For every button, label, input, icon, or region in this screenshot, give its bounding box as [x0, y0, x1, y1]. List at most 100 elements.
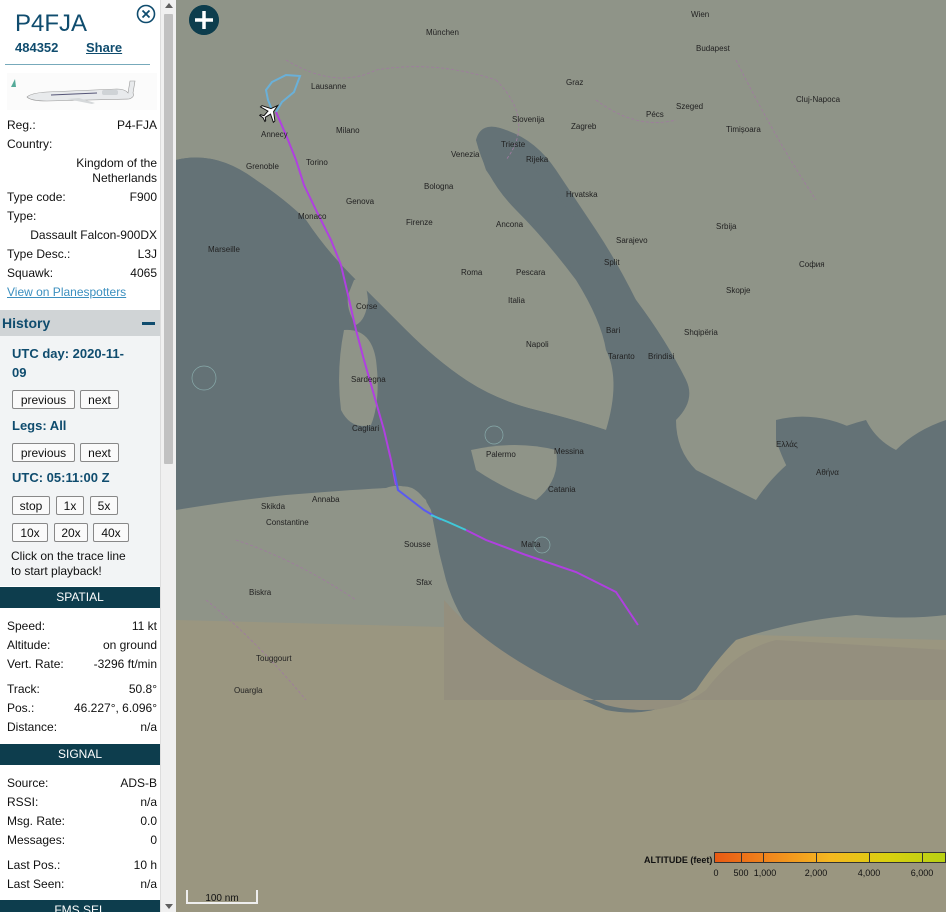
city-label: Skopje: [726, 286, 751, 295]
speed-10x-button[interactable]: 10x: [12, 523, 48, 542]
icao-hex: 484352: [15, 40, 59, 55]
city-label: Ouargla: [234, 686, 263, 695]
city-label: Sfax: [416, 578, 433, 587]
callsign-title: P4FJA: [15, 10, 88, 37]
city-label: Bari: [606, 326, 621, 335]
utc-day-label: UTC day: 2020-11-: [12, 346, 124, 361]
scale-label: 100 nm: [205, 893, 239, 904]
city-label: Venezia: [451, 150, 480, 159]
altitude-tick-label: 0: [713, 868, 719, 878]
city-label: Sousse: [404, 540, 431, 549]
city-label: Srbija: [716, 222, 737, 231]
zoom-in-icon[interactable]: [189, 5, 219, 35]
city-label: Grenoble: [246, 162, 279, 171]
sidebar-scrollbar[interactable]: [160, 0, 176, 912]
signal-section-header[interactable]: SIGNAL: [0, 744, 160, 765]
utc-day-label-cont: 09: [12, 365, 27, 380]
close-icon[interactable]: [136, 4, 156, 24]
city-label: Cluj-Napoca: [796, 95, 841, 104]
utc-time-label: UTC: 05:11:00 Z: [12, 470, 110, 485]
speed-5x-button[interactable]: 5x: [90, 496, 118, 515]
altitude-color-bar: [714, 852, 946, 863]
city-label: Milano: [336, 126, 360, 135]
city-label: Trieste: [501, 140, 526, 149]
city-label: Pescara: [516, 268, 546, 277]
altitude-legend-title: ALTITUDE (feet): [644, 855, 713, 865]
city-label: Ελλάς: [776, 440, 798, 449]
city-label: Genova: [346, 197, 375, 206]
city-label: Torino: [306, 158, 328, 167]
city-label: Roma: [461, 268, 483, 277]
scroll-thumb[interactable]: [164, 14, 173, 464]
altitude-tick-label: 500: [733, 868, 749, 878]
history-panel: UTC day: 2020-11- 09 previous next Legs:…: [0, 336, 160, 586]
altitude-tick-label: 6,000: [910, 868, 934, 878]
city-label: Skikda: [261, 502, 286, 511]
map-view[interactable]: München Wien Budapest Zagreb Slovenija H…: [176, 0, 946, 912]
share-link[interactable]: Share: [86, 40, 122, 55]
map-canvas[interactable]: [176, 0, 946, 912]
altitude-tick-label: 4,000: [857, 868, 881, 878]
city-label: Touggourt: [256, 654, 292, 663]
day-next-button[interactable]: next: [80, 390, 119, 409]
city-label: Marseille: [208, 245, 241, 254]
speed-40x-button[interactable]: 40x: [93, 523, 129, 542]
registration-value: P4-FJA: [116, 118, 157, 132]
city-label: Catania: [548, 485, 576, 494]
city-label: Constantine: [266, 518, 309, 527]
city-label: Corse: [356, 302, 378, 311]
city-label: München: [426, 28, 459, 37]
city-label: Messina: [554, 447, 584, 456]
leg-next-button[interactable]: next: [80, 443, 119, 462]
city-label: Graz: [566, 78, 584, 87]
city-label: Budapest: [696, 44, 730, 53]
altitude-tick-label: 2,000: [804, 868, 828, 878]
city-label: Italia: [508, 296, 525, 305]
city-label: Palermo: [486, 450, 516, 459]
planespotters-link[interactable]: View on Planespotters: [7, 285, 126, 299]
city-label: Pécs: [646, 110, 664, 119]
city-label: Lausanne: [311, 82, 347, 91]
speed-20x-button[interactable]: 20x: [54, 523, 88, 542]
city-label: Zagreb: [571, 122, 597, 131]
altitude-tick-label: 1,000: [753, 868, 777, 878]
city-label: Wien: [691, 10, 710, 19]
city-label: Taranto: [608, 352, 635, 361]
header-divider: [5, 64, 150, 65]
city-label: Szeged: [676, 102, 704, 111]
collapse-icon[interactable]: [142, 322, 155, 325]
city-label: Firenze: [406, 218, 433, 227]
day-previous-button[interactable]: previous: [12, 390, 75, 409]
city-label: Biskra: [249, 588, 272, 597]
scroll-down-icon[interactable]: [165, 904, 173, 909]
city-label: Sarajevo: [616, 236, 648, 245]
speed-1x-button[interactable]: 1x: [56, 496, 84, 515]
city-label: Ancona: [496, 220, 524, 229]
legs-label: Legs: All: [12, 418, 67, 433]
city-label: Napoli: [526, 340, 549, 349]
city-label: Cagliari: [352, 424, 380, 433]
stop-button[interactable]: stop: [12, 496, 50, 515]
city-label: Slovenija: [512, 115, 545, 124]
aircraft-thumbnail: [7, 73, 157, 110]
city-label: Annaba: [312, 495, 340, 504]
city-label: Shqipëria: [684, 328, 718, 337]
city-label: Brindisi: [648, 352, 675, 361]
city-label: Malta: [521, 540, 541, 549]
scroll-up-icon[interactable]: [165, 3, 173, 8]
spatial-section-header[interactable]: SPATIAL: [0, 587, 160, 608]
city-label: Hrvatska: [566, 190, 598, 199]
aircraft-info-sidebar: P4FJA 484352 Share Reg.: P4-FJA Country:…: [0, 0, 176, 912]
city-label: София: [799, 260, 825, 269]
fms-section-header[interactable]: FMS SEL: [0, 900, 160, 912]
history-header[interactable]: History: [0, 310, 160, 336]
city-label: Timișoara: [726, 125, 761, 134]
city-label: Monaco: [298, 212, 327, 221]
playback-hint: Click on the trace line to start playbac…: [11, 549, 126, 578]
leg-previous-button[interactable]: previous: [12, 443, 75, 462]
city-label: Rijeka: [526, 155, 549, 164]
city-label: Annecy: [261, 130, 288, 139]
altitude-legend: ALTITUDE (feet) 0 500 1,000 2,000 4,000 …: [641, 850, 946, 880]
city-label: Bologna: [424, 182, 454, 191]
city-label: Split: [604, 258, 620, 267]
